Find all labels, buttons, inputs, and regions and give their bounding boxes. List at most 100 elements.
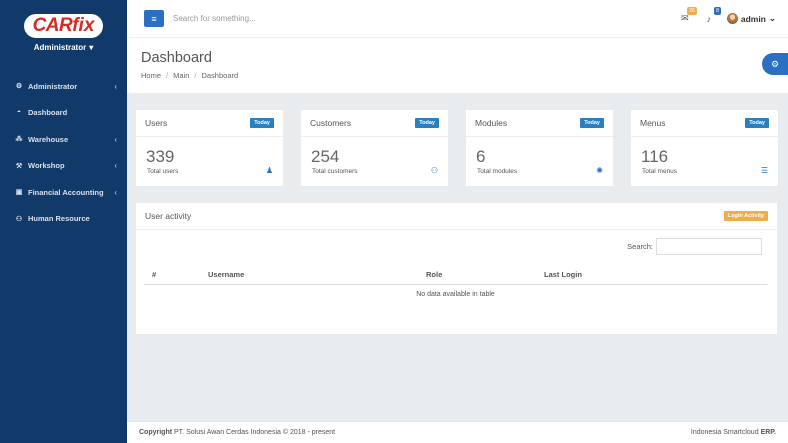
column-header-role[interactable]: Role <box>426 265 544 285</box>
chevron-left-icon: ‹ <box>114 161 117 171</box>
breadcrumb-home[interactable]: Home <box>141 71 161 80</box>
page-title: Dashboard <box>141 50 212 66</box>
stat-card-modules: Modules Today 6 Total modules ✺ <box>466 110 613 186</box>
card-header: Modules Today <box>466 110 613 137</box>
envelope-icon: ✉ <box>681 13 689 23</box>
footer-product: Indonesia Smartcloud ERP. <box>691 429 776 436</box>
sidebar-item-label: Administrator <box>28 81 78 91</box>
search-input[interactable] <box>173 14 373 23</box>
today-badge: Today <box>415 118 439 128</box>
messages-button[interactable]: ✉ 26 <box>679 6 697 25</box>
table-header-row: # Username Role Last Login <box>144 265 767 285</box>
panel-title: User activity <box>145 211 192 221</box>
today-badge: Today <box>580 118 604 128</box>
role-label: Administrator <box>33 42 87 52</box>
breadcrumb-separator: / <box>166 71 169 80</box>
chevron-left-icon: ‹ <box>114 134 117 144</box>
user-icon: ♟ <box>265 166 273 175</box>
card-header: Menus Today <box>631 110 778 137</box>
footer: Copyright PT. Solusi Awan Cerdas Indones… <box>127 421 788 443</box>
copyright-label: Copyright <box>139 429 173 436</box>
sidebar-item-label: Human Resource <box>28 214 90 224</box>
table-row: No data available in table <box>144 284 767 304</box>
brand: CAR fix Administrator ▾ <box>0 0 127 64</box>
caret-down-icon: ▾ <box>89 42 94 52</box>
chevron-down-icon: ⌄ <box>768 13 776 23</box>
copyright-text: PT. Solusi Awan Cerdas Indonesia © 2018 … <box>174 429 336 436</box>
logo-pill: CAR fix <box>23 13 104 38</box>
role-dropdown[interactable]: Administrator ▾ <box>34 43 93 52</box>
user-name: admin <box>740 13 766 24</box>
stat-card-customers: Customers Today 254 Total customers ⚇ <box>301 110 448 186</box>
settings-float-button[interactable]: ⚙ <box>762 53 788 75</box>
card-subtitle: Total modules <box>477 168 518 175</box>
card-subtitle: Total customers <box>312 168 358 175</box>
sidebar-nav: ⚙ Administrator ‹ ◓ Dashboard ⁂ Warehous… <box>0 73 127 232</box>
card-title: Users <box>145 118 168 128</box>
footer-copyright: Copyright PT. Solusi Awan Cerdas Indones… <box>139 429 335 436</box>
chevron-left-icon: ‹ <box>114 187 117 197</box>
card-header: Users Today <box>136 110 283 137</box>
menu-toggle-button[interactable]: ≡ <box>144 10 164 27</box>
panel-header: User activity Login Activity <box>136 203 777 230</box>
user-menu[interactable]: admin ⌄ <box>726 13 776 24</box>
card-subtitle: Total users <box>147 168 179 175</box>
today-badge: Today <box>250 118 274 128</box>
card-title: Menus <box>640 118 666 128</box>
login-activity-badge: Login Activity <box>723 211 768 221</box>
card-value: 339 <box>146 147 175 166</box>
empty-table-message: No data available in table <box>416 290 495 298</box>
card-header: Customers Today <box>301 110 448 137</box>
sidebar: CAR fix Administrator ▾ ⚙ Administrator ‹… <box>0 0 127 443</box>
cubes-icon: ⁂ <box>15 136 23 144</box>
stat-card-users: Users Today 339 Total users ♟ <box>136 110 283 186</box>
notifications-count-badge: 8 <box>714 6 721 15</box>
sidebar-item-workshop[interactable]: ⚒ Workshop ‹ <box>0 153 127 180</box>
product-suffix: ERP. <box>760 429 776 436</box>
product-name: Indonesia Smartcloud <box>690 429 759 436</box>
column-header-last-login[interactable]: Last Login <box>544 265 767 285</box>
logo-fix-text: fix <box>72 14 95 36</box>
card-value: 254 <box>311 147 340 166</box>
card-title: Modules <box>475 118 508 128</box>
users-icon: ⚇ <box>15 215 23 223</box>
topbar: ≡ ✉ 26 ♪ 8 admin ⌄ <box>127 0 788 38</box>
table-search-input[interactable] <box>656 238 762 255</box>
sidebar-item-human-resource[interactable]: ⚇ Human Resource <box>0 206 127 233</box>
sidebar-item-financial-accounting[interactable]: ▣ Financial Accounting ‹ <box>0 179 127 206</box>
sidebar-item-dashboard[interactable]: ◓ Dashboard <box>0 100 127 127</box>
carfix-logo[interactable]: CAR fix <box>23 13 104 39</box>
bell-icon: ♪ <box>706 13 712 24</box>
notifications-button[interactable]: ♪ 8 <box>703 6 721 25</box>
sidebar-item-label: Financial Accounting <box>28 187 104 197</box>
list-icon: ☰ <box>760 166 768 175</box>
card-title: Customers <box>310 118 352 128</box>
logo-car-text: CAR <box>32 14 73 36</box>
money-icon: ▣ <box>15 189 23 197</box>
cog-icon: ✺ <box>596 166 603 175</box>
gears-icon: ⚙ <box>770 58 780 69</box>
card-value: 6 <box>476 147 486 166</box>
sidebar-item-administrator[interactable]: ⚙ Administrator ‹ <box>0 73 127 100</box>
sidebar-item-label: Warehouse <box>28 134 69 144</box>
topbar-right: ✉ 26 ♪ 8 admin ⌄ <box>679 6 788 25</box>
sidebar-item-label: Dashboard <box>28 108 68 118</box>
messages-count-badge: 26 <box>687 6 697 15</box>
column-header-username[interactable]: Username <box>208 265 426 285</box>
avatar <box>726 13 738 24</box>
user-activity-table: # Username Role Last Login No data avail… <box>144 265 767 304</box>
chevron-left-icon: ‹ <box>114 81 117 91</box>
hamburger-icon: ≡ <box>151 13 157 24</box>
cogs-icon: ⚙ <box>15 83 23 91</box>
wrench-icon: ⚒ <box>15 162 23 170</box>
table-search: Search: <box>627 238 762 255</box>
breadcrumb-current: Dashboard <box>201 71 239 80</box>
breadcrumb-main[interactable]: Main <box>173 71 189 80</box>
users-icon: ⚇ <box>430 166 438 175</box>
page-header: Dashboard Home / Main / Dashboard ⚙ <box>127 38 788 93</box>
breadcrumb: Home / Main / Dashboard <box>141 71 238 80</box>
column-header-number[interactable]: # <box>144 265 208 285</box>
stat-card-menus: Menus Today 116 Total menus ☰ <box>631 110 778 186</box>
sidebar-item-warehouse[interactable]: ⁂ Warehouse ‹ <box>0 126 127 153</box>
dashboard-icon: ◓ <box>16 109 22 117</box>
